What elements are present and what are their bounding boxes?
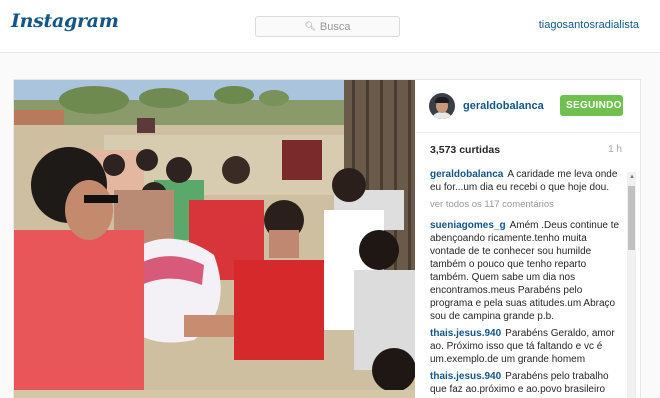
comment-author[interactable]: thais.jesus.940 [430, 371, 501, 382]
caption: geraldobalanca A caridade me leva onde eu… [430, 168, 622, 194]
top-bar: Instagram 🔍︎ Busca tiagosantosradialista [0, 0, 660, 53]
likes-count[interactable]: 3,573 curtidas [430, 144, 500, 156]
comment: sueniagomes_g Amém .Deus continue te aben… [430, 219, 622, 323]
author-username[interactable]: geraldobalanca [463, 100, 544, 112]
search-icon: 🔍︎ [304, 21, 316, 31]
search-placeholder: Busca [319, 20, 351, 33]
post-sidebar: geraldobalanca SEGUINDO 3,573 curtidas 1… [416, 80, 640, 398]
comment: thais.jesus.940 Parabéns pelo trabalho qu… [430, 370, 622, 396]
avatar[interactable] [429, 93, 455, 119]
following-button[interactable]: SEGUINDO [560, 95, 623, 116]
comment-text: Amém .Deus continue te abençoando ricame… [430, 220, 620, 322]
comment: thais.jesus.940 Parabéns Geraldo, amor ao… [430, 327, 622, 366]
comments-scrollbar[interactable]: ▲ [627, 172, 636, 398]
comments-list: geraldobalanca A caridade me leva onde eu… [430, 168, 622, 398]
comment-author[interactable]: thais.jesus.940 [430, 328, 501, 339]
search-input[interactable]: 🔍︎ Busca [255, 16, 400, 37]
caption-author[interactable]: geraldobalanca [430, 169, 503, 180]
profile-link[interactable]: tiagosantosradialista [539, 19, 639, 31]
view-all-comments-link[interactable]: ver todos os 117 comentários [430, 198, 622, 211]
post-photo[interactable] [14, 80, 415, 398]
scrollbar-thumb[interactable] [628, 186, 635, 250]
post-header: geraldobalanca SEGUINDO [416, 80, 640, 133]
comment-author[interactable]: sueniagomes_g [430, 220, 506, 231]
instagram-logo[interactable]: Instagram [11, 10, 119, 32]
scroll-up-arrow-icon[interactable]: ▲ [629, 174, 635, 180]
post-card: geraldobalanca SEGUINDO 3,573 curtidas 1… [13, 79, 641, 398]
post-time: 1 h [608, 144, 622, 155]
